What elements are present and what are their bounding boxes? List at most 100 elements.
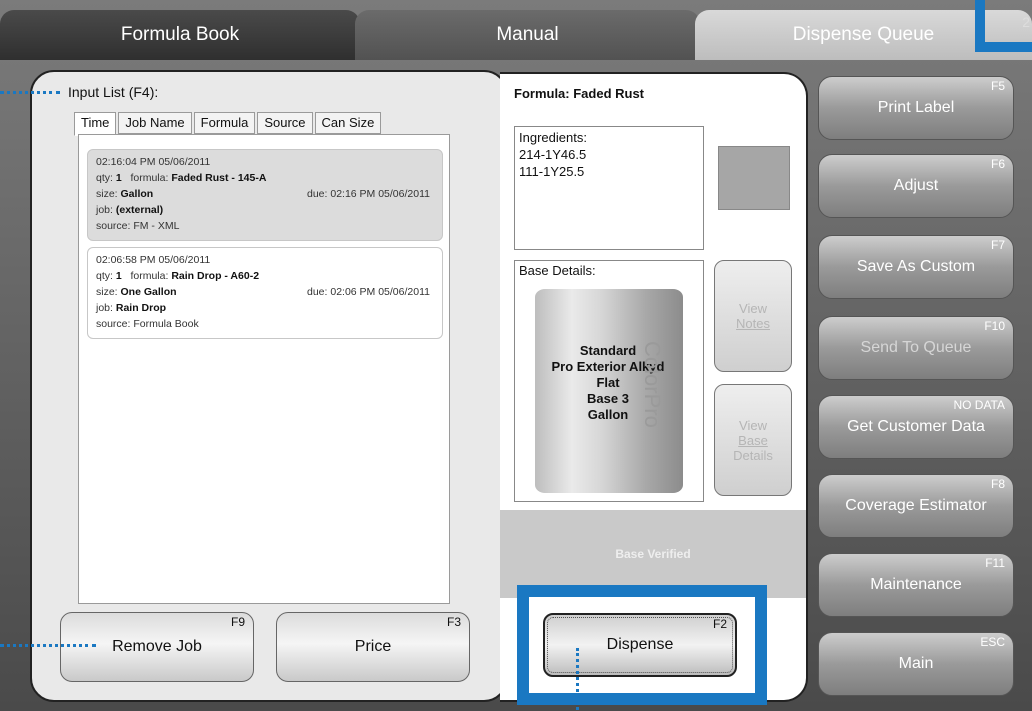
price-label: Price — [354, 638, 392, 655]
job-source: source: FM - XML — [96, 220, 180, 232]
job-job: job: Rain Drop — [96, 300, 434, 316]
main-label: Main — [898, 655, 934, 672]
print-label-label: Print Label — [877, 99, 955, 116]
main-button[interactable]: ESC Main — [818, 632, 1014, 696]
maintenance-button[interactable]: F11 Maintenance — [818, 553, 1014, 617]
tab-can-size[interactable]: Can Size — [314, 112, 382, 134]
qty-value: 1 — [115, 270, 122, 282]
tab-formula[interactable]: Formula — [193, 112, 256, 134]
formula-label: formula: — [130, 172, 169, 184]
job-qty-formula: qty: 1 formula: Faded Rust - 145-A — [96, 170, 434, 186]
dispense-highlight: F2 Dispense — [517, 585, 767, 705]
view-notes-line: View — [739, 301, 767, 316]
job-timestamp: 02:16:04 PM 05/06/2011 — [96, 156, 211, 168]
coverage-estimator-label: Coverage Estimator — [845, 497, 987, 514]
print-label-key: F5 — [990, 79, 1005, 93]
size-label: size: — [96, 286, 118, 298]
maintenance-key: F11 — [985, 556, 1005, 570]
job-list[interactable]: 02:16:04 PM 05/06/2011 qty: 1 formula: F… — [78, 134, 450, 604]
callout-input-list-line — [0, 91, 60, 94]
tab-dispense-queue-label: Dispense Queue — [792, 24, 935, 45]
main-key: ESC — [980, 635, 1005, 649]
qty-label: qty: — [96, 172, 113, 184]
view-notes-line: Notes — [736, 316, 770, 331]
can-logo: ColorPro — [639, 341, 665, 428]
callout-dispense-line — [576, 648, 579, 710]
view-base-line: Base — [738, 432, 768, 448]
base-details-title: Base Details: — [519, 263, 596, 278]
get-customer-data-button[interactable]: NO DATA Get Customer Data — [818, 395, 1014, 459]
view-notes-button[interactable]: View Notes — [714, 260, 792, 372]
adjust-key: F6 — [990, 157, 1005, 171]
remove-job-key: F9 — [230, 615, 245, 629]
callout-remove-job-line — [0, 644, 96, 647]
view-base-line: View — [739, 417, 767, 433]
due-value: due: 02:06 PM 05/06/2011 — [307, 286, 430, 298]
corner-badge: 2 — [1022, 14, 1030, 30]
job-value: (external) — [115, 204, 164, 216]
adjust-button[interactable]: F6 Adjust — [818, 154, 1014, 218]
get-customer-data-label: Get Customer Data — [847, 418, 985, 435]
save-as-custom-button[interactable]: F7 Save As Custom — [818, 235, 1014, 299]
job-job: job: (external) — [96, 202, 434, 218]
get-customer-data-key: NO DATA — [953, 398, 1005, 412]
qty-value: 1 — [115, 172, 122, 184]
main-tabbar: Formula Book Manual Dispense Queue — [0, 10, 1032, 60]
input-list-title: Input List (F4): — [68, 84, 159, 100]
job-size-due: size: Gallon due: 02:16 PM 05/06/2011 — [96, 186, 434, 202]
tab-formula-book[interactable]: Formula Book — [0, 10, 360, 60]
dispense-key: F2 — [712, 617, 727, 631]
job-size-due: size: One Gallon due: 02:06 PM 05/06/2011 — [96, 284, 434, 300]
list-item[interactable]: 02:16:04 PM 05/06/2011 qty: 1 formula: F… — [87, 149, 443, 241]
formula-value: Rain Drop - A60-2 — [171, 270, 260, 282]
formula-title: Formula: Faded Rust — [514, 86, 645, 101]
send-to-queue-button[interactable]: F10 Send To Queue — [818, 316, 1014, 380]
save-as-custom-label: Save As Custom — [856, 258, 976, 275]
corner-highlight[interactable]: 2 — [975, 0, 1032, 52]
tab-job-name[interactable]: Job Name — [118, 112, 192, 134]
job-label: job: — [96, 204, 113, 216]
job-value: Rain Drop — [115, 302, 167, 314]
send-to-queue-label: Send To Queue — [860, 339, 972, 356]
remove-job-button[interactable]: F9 Remove Job — [60, 612, 254, 682]
price-key: F3 — [446, 615, 461, 629]
app-window: Formula Book Manual Dispense Queue 2 Inp… — [0, 0, 1032, 711]
coverage-estimator-key: F8 — [990, 477, 1005, 491]
job-qty-formula: qty: 1 formula: Rain Drop - A60-2 — [96, 268, 434, 284]
list-item[interactable]: 02:06:58 PM 05/06/2011 qty: 1 formula: R… — [87, 247, 443, 339]
job-timestamp: 02:06:58 PM 05/06/2011 — [96, 254, 211, 266]
job-label: job: — [96, 302, 113, 314]
job-source: source: Formula Book — [96, 318, 199, 330]
ingredient-line: 111-1Y25.5 — [519, 164, 585, 179]
formula-label: formula: — [130, 270, 169, 282]
size-value: One Gallon — [120, 286, 177, 298]
due-value: due: 02:16 PM 05/06/2011 — [307, 188, 430, 200]
qty-label: qty: — [96, 270, 113, 282]
price-button[interactable]: F3 Price — [276, 612, 470, 682]
remove-job-label: Remove Job — [112, 638, 202, 655]
tab-source[interactable]: Source — [257, 112, 313, 134]
input-list-tabs: Time Job Name Formula Source Can Size — [74, 112, 383, 136]
view-base-details-button[interactable]: View Base Details — [714, 384, 792, 496]
tab-formula-book-label: Formula Book — [120, 24, 240, 45]
view-base-line: Details — [733, 447, 773, 463]
send-to-queue-key: F10 — [984, 319, 1005, 333]
ingredients-box: Ingredients: 214-1Y46.5 111-1Y25.5 — [514, 126, 704, 250]
tab-manual-label: Manual — [496, 24, 559, 45]
size-label: size: — [96, 188, 118, 200]
ingredients-title: Ingredients: — [519, 130, 587, 145]
input-list-panel: Input List (F4): Time Job Name Formula S… — [30, 70, 508, 702]
coverage-estimator-button[interactable]: F8 Coverage Estimator — [818, 474, 1014, 538]
print-label-button[interactable]: F5 Print Label — [818, 76, 1014, 140]
color-swatch — [718, 146, 790, 210]
adjust-label: Adjust — [893, 177, 939, 194]
dispense-button[interactable]: F2 Dispense — [543, 613, 737, 677]
base-details-box: Base Details: Standard Pro Exterior Alky… — [514, 260, 704, 502]
size-value: Gallon — [120, 188, 154, 200]
formula-value: Faded Rust - 145-A — [171, 172, 267, 184]
maintenance-label: Maintenance — [870, 576, 962, 593]
dispense-label: Dispense — [606, 636, 674, 653]
save-as-custom-key: F7 — [990, 238, 1005, 252]
tab-manual[interactable]: Manual — [355, 10, 700, 60]
tab-time[interactable]: Time — [74, 112, 117, 136]
